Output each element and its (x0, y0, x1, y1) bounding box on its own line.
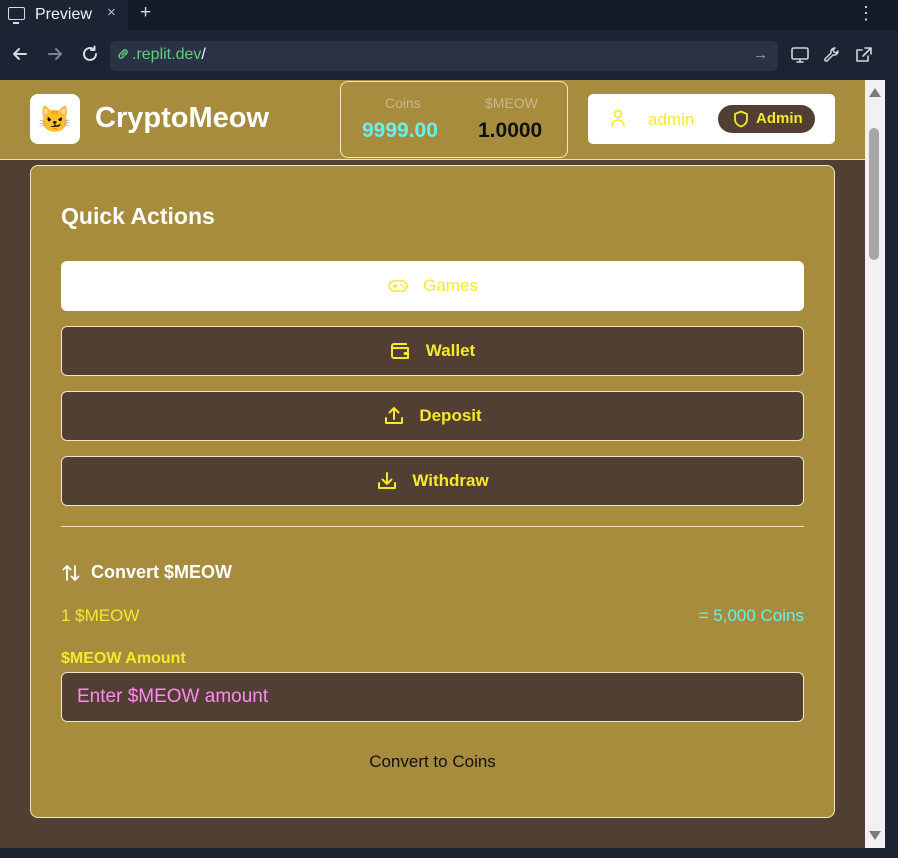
browser-tab[interactable]: Preview × (0, 0, 128, 30)
balance-panel: Coins $MEOW 9999.00 1.0000 (340, 81, 568, 158)
back-arrow-icon[interactable] (10, 44, 30, 64)
coins-balance: 9999.00 (362, 119, 438, 142)
meow-amount-label: $MEOW Amount (61, 650, 186, 667)
url-host: .replit.dev (132, 46, 202, 63)
forward-arrow-icon[interactable] (45, 44, 65, 64)
browser-nav-bar: .replit.dev/ → (0, 30, 898, 80)
devices-icon[interactable] (790, 46, 810, 64)
swap-arrows-icon (62, 564, 80, 581)
link-icon (118, 49, 128, 59)
user-icon (611, 109, 625, 127)
wallet-button-label: Wallet (425, 341, 476, 360)
deposit-button-label: Deposit (419, 406, 482, 425)
wrench-icon[interactable] (822, 46, 842, 64)
meow-label: $MEOW (485, 95, 538, 111)
username[interactable]: admin (648, 110, 694, 130)
browser-tab-bar: Preview × + ⋮ (0, 0, 898, 30)
app-logo[interactable]: 😼 (30, 94, 80, 144)
tab-title: Preview (35, 6, 92, 23)
page-viewport: 😼 CryptoMeow Coins $MEOW 9999.00 1.0000 … (0, 80, 865, 848)
scroll-down-arrow-icon[interactable] (869, 831, 881, 840)
brand-name[interactable]: CryptoMeow (95, 102, 269, 135)
user-menu[interactable]: admin Admin (588, 94, 835, 144)
new-tab-icon[interactable]: + (140, 2, 151, 24)
scroll-up-arrow-icon[interactable] (869, 88, 881, 97)
monitor-icon (8, 7, 25, 24)
withdraw-button-label: Withdraw (412, 471, 489, 490)
deposit-button[interactable]: Deposit (61, 391, 804, 441)
window-edge (885, 80, 898, 858)
open-external-icon[interactable] (854, 46, 874, 64)
go-arrow-icon[interactable]: → (753, 46, 768, 63)
page-scrollbar[interactable] (865, 80, 885, 848)
gamepad-icon (388, 280, 408, 292)
quick-actions-card: Quick Actions Games Wallet Deposit Withd… (30, 165, 835, 818)
convert-title: Convert $MEOW (91, 562, 233, 582)
app-header: 😼 CryptoMeow Coins $MEOW 9999.00 1.0000 … (0, 80, 865, 160)
meow-balance: 1.0000 (478, 119, 543, 142)
shield-icon (734, 110, 748, 128)
download-icon (378, 472, 397, 489)
scroll-thumb[interactable] (869, 128, 879, 260)
window-bottom-edge (0, 848, 898, 858)
cat-logo-icon: 😼 (38, 103, 72, 134)
url-text: .replit.dev/ (132, 46, 206, 64)
section-divider (61, 526, 804, 527)
upload-icon (385, 407, 404, 424)
admin-badge-label: Admin (756, 110, 803, 127)
coins-label: Coins (385, 95, 421, 111)
convert-to-coins-button[interactable]: Convert to Coins (61, 742, 804, 782)
convert-header: Convert $MEOW (61, 562, 232, 583)
quick-actions-title: Quick Actions (61, 203, 215, 229)
withdraw-button[interactable]: Withdraw (61, 456, 804, 506)
games-button[interactable]: Games (61, 261, 804, 311)
reload-icon[interactable] (80, 44, 100, 64)
url-path: / (201, 46, 206, 63)
rate-from: 1 $MEOW (61, 606, 140, 625)
games-button-label: Games (423, 276, 478, 295)
address-bar[interactable]: .replit.dev/ → (110, 41, 778, 71)
admin-badge[interactable]: Admin (718, 105, 815, 133)
wallet-button[interactable]: Wallet (61, 326, 804, 376)
browser-menu-icon[interactable]: ⋮ (857, 3, 875, 24)
meow-amount-input[interactable] (61, 672, 804, 722)
rate-to: = 5,000 Coins (698, 606, 804, 625)
tab-close-icon[interactable]: × (107, 4, 116, 21)
wallet-icon (390, 343, 409, 359)
